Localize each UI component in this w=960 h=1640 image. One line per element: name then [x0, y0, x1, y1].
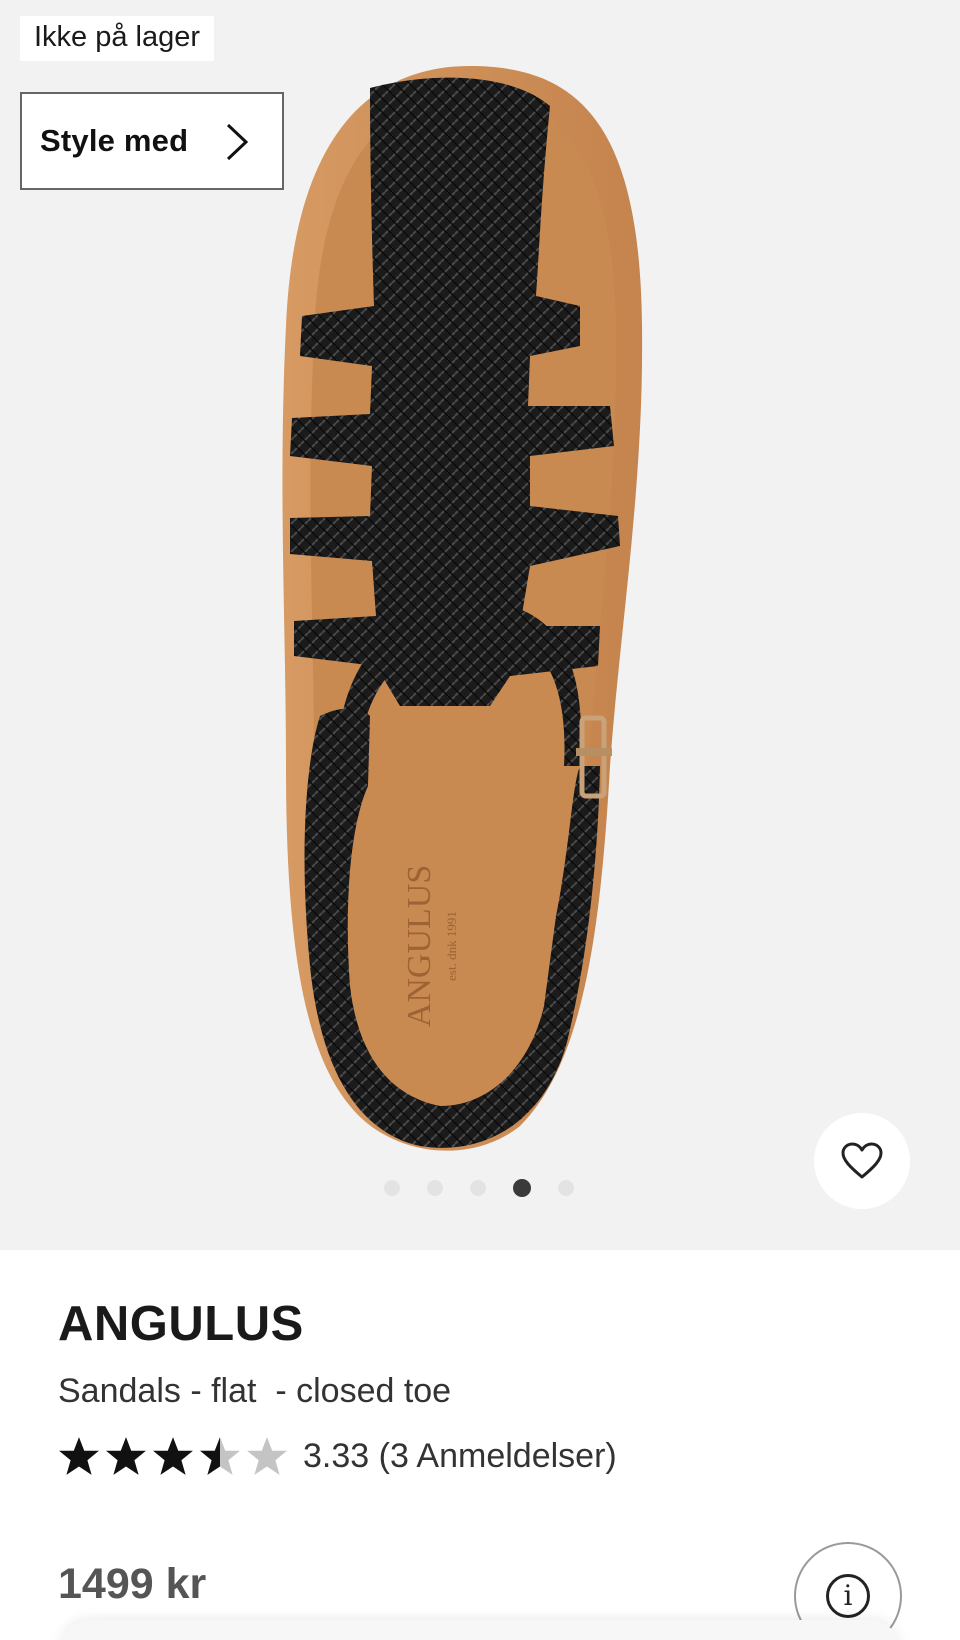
star-empty-icon: [247, 1437, 287, 1475]
star-rating: [58, 1435, 293, 1477]
favorite-button[interactable]: [814, 1113, 910, 1209]
style-with-button[interactable]: Style med: [20, 92, 284, 190]
carousel-dot[interactable]: [470, 1180, 486, 1196]
chevron-right-icon: [226, 123, 249, 161]
carousel-dot-active[interactable]: [513, 1179, 531, 1197]
star-icon: [59, 1437, 99, 1475]
heart-icon: [841, 1142, 883, 1179]
star-icon: [153, 1437, 193, 1475]
product-category: Sandals - flat - closed toe: [58, 1372, 452, 1410]
style-with-label: Style med: [40, 123, 189, 158]
carousel-pagination: [384, 1177, 601, 1199]
star-icon: [106, 1437, 146, 1475]
carousel-dot[interactable]: [427, 1180, 443, 1196]
rating-summary[interactable]: 3.33 (3 Anmeldelser): [58, 1435, 617, 1477]
brand-name[interactable]: ANGULUS: [58, 1296, 304, 1352]
product-image-sandal: ANGULUS est. dnk 1991: [282, 66, 643, 1151]
insole-logo: ANGULUS: [401, 865, 438, 1027]
insole-sub: est. dnk 1991: [444, 911, 459, 981]
carousel-dot[interactable]: [558, 1180, 574, 1196]
info-icon: i: [826, 1574, 870, 1618]
star-half-icon: [200, 1437, 240, 1475]
product-image-gallery[interactable]: Ikke på lager Style med ANGULUS est. dnk…: [0, 0, 960, 1250]
rating-text: 3.33 (3 Anmeldelser): [303, 1436, 617, 1475]
product-price: 1499 kr: [58, 1560, 207, 1608]
carousel-dot[interactable]: [384, 1180, 400, 1196]
bottom-sheet-edge: [60, 1620, 900, 1640]
product-info-panel: ANGULUS Sandals - flat - closed toe 3.33…: [0, 1250, 960, 1640]
stock-status-badge: Ikke på lager: [20, 16, 215, 61]
